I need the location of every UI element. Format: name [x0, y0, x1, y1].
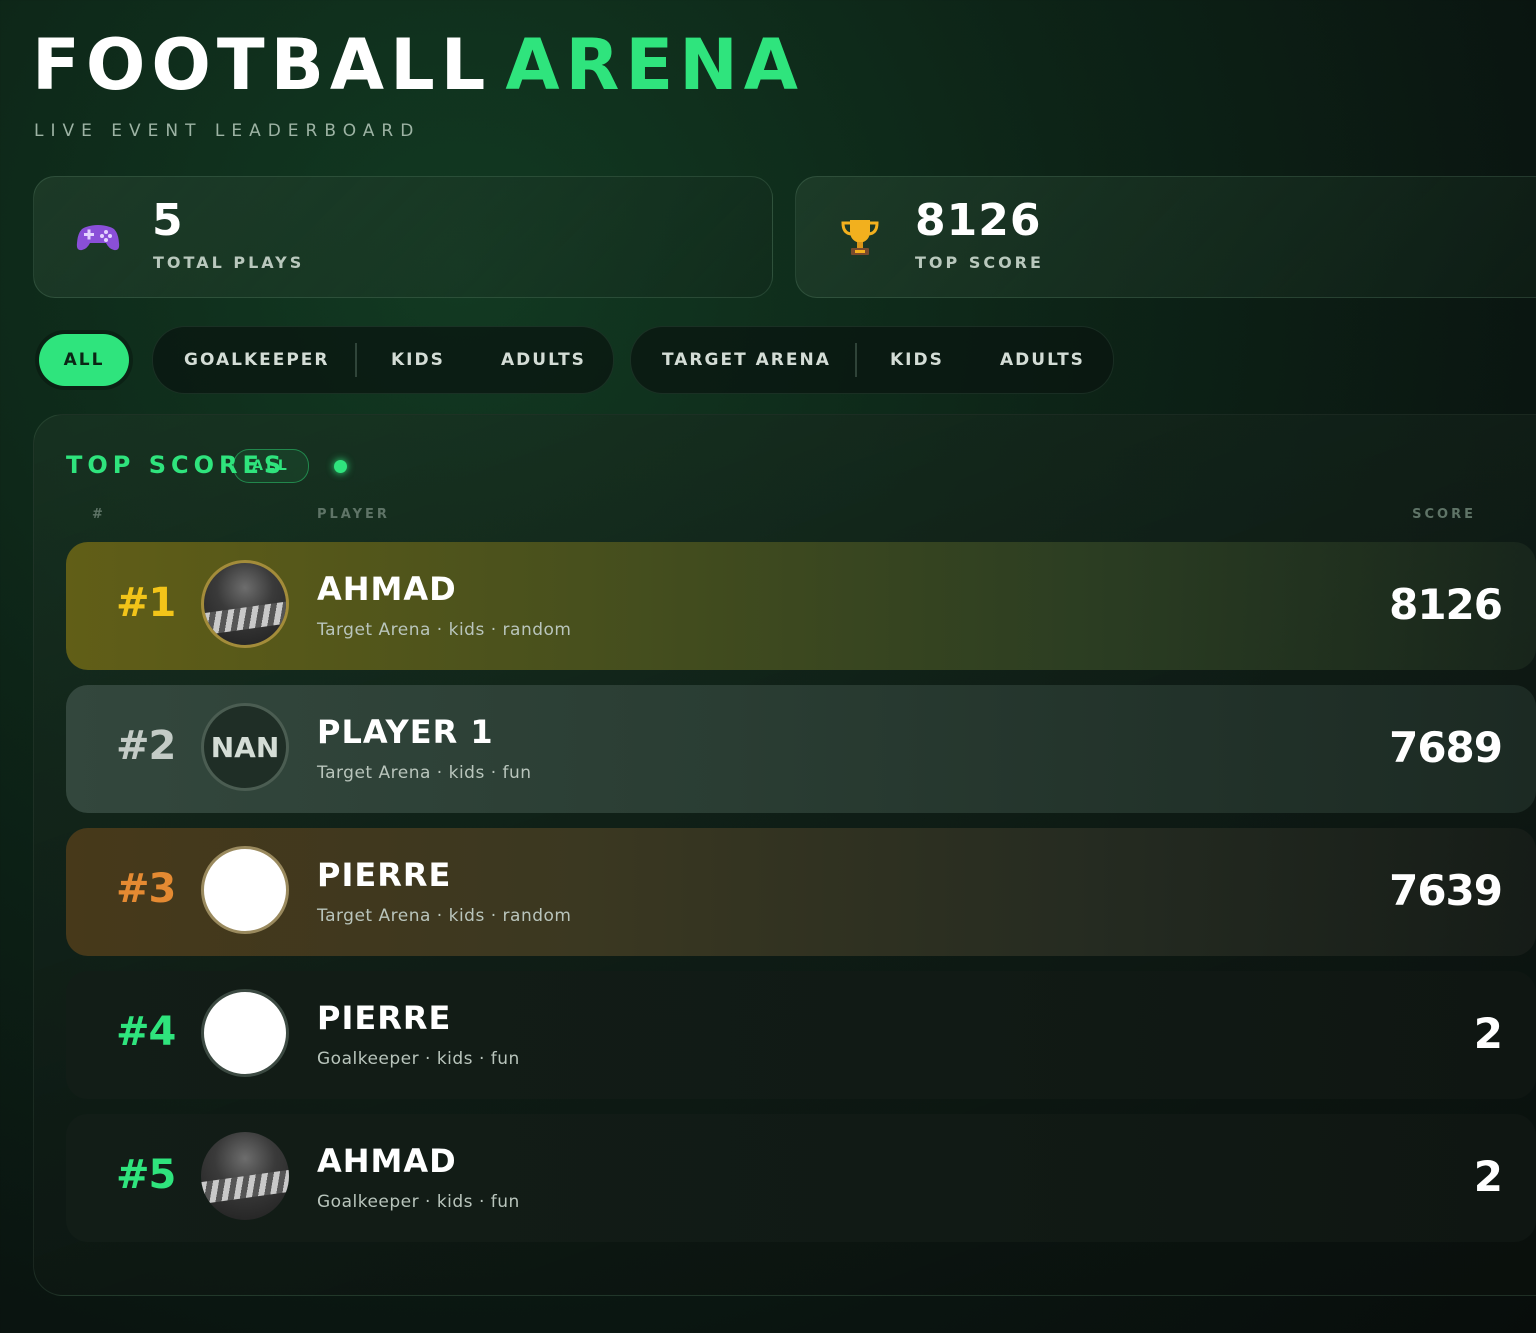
player-score: 7639 [1389, 866, 1503, 915]
player-meta: Goalkeeper · kids · fun [317, 1192, 520, 1212]
column-header-rank: # [92, 507, 106, 522]
avatar: NAN [201, 703, 289, 791]
filter-group-target-arena: TARGET ARENA KIDS ADULTS [630, 326, 1114, 394]
gamepad-icon [76, 225, 120, 251]
stat-card-top-score: 8126 TOP SCORE [795, 176, 1536, 298]
title-word-football: FOOTBALL [32, 24, 492, 106]
filter-goalkeeper-button[interactable]: GOALKEEPER [184, 327, 330, 393]
column-header-score: SCORE [1412, 507, 1476, 522]
leaderboard-row[interactable]: #4 PIERRE Goalkeeper · kids · fun 2 [66, 971, 1536, 1099]
leaderboard-row[interactable]: #1 AHMAD Target Arena · kids · random 81… [66, 542, 1536, 670]
leaderboard-panel: TOP SCORES ALL # PLAYER SCORE #1 AHMAD T… [33, 414, 1536, 1296]
leaderboard-filter-badge: ALL [233, 449, 309, 483]
live-indicator-dot [334, 460, 347, 473]
total-plays-label: TOTAL PLAYS [153, 253, 305, 272]
top-score-label: TOP SCORE [915, 253, 1044, 272]
filter-divider [855, 343, 857, 377]
title-word-arena: ARENA [505, 24, 804, 106]
total-plays-value: 5 [152, 195, 184, 246]
player-meta: Target Arena · kids · random [317, 906, 572, 926]
filter-group-goalkeeper: GOALKEEPER KIDS ADULTS [152, 326, 614, 394]
row-rank: #2 [116, 723, 176, 769]
leaderboard-row[interactable]: #3 PIERRE Target Arena · kids · random 7… [66, 828, 1536, 956]
row-rank: #1 [116, 580, 176, 626]
page-subtitle: LIVE EVENT LEADERBOARD [34, 121, 421, 141]
row-rank: #3 [116, 866, 176, 912]
page-title: FOOTBALL ARENA [32, 22, 804, 108]
player-score: 2 [1473, 1009, 1503, 1058]
player-name: PIERRE [317, 856, 452, 894]
player-name: PIERRE [317, 999, 452, 1037]
player-score: 8126 [1389, 580, 1503, 629]
player-meta: Goalkeeper · kids · fun [317, 1049, 520, 1069]
player-meta: Target Arena · kids · fun [317, 763, 532, 783]
player-meta: Target Arena · kids · random [317, 620, 572, 640]
player-score: 7689 [1389, 723, 1503, 772]
leaderboard-row[interactable]: #2 NAN PLAYER 1 Target Arena · kids · fu… [66, 685, 1536, 813]
column-header-player: PLAYER [317, 507, 390, 522]
filter-target-arena-kids-button[interactable]: KIDS [890, 327, 944, 393]
player-score: 2 [1473, 1152, 1503, 1201]
filter-divider [355, 343, 357, 377]
filter-all-button[interactable]: ALL [39, 334, 129, 386]
trophy-icon [841, 220, 879, 255]
row-rank: #4 [116, 1009, 176, 1055]
player-name: PLAYER 1 [317, 713, 494, 751]
row-rank: #5 [116, 1152, 176, 1198]
player-name: AHMAD [317, 1142, 457, 1180]
filter-goalkeeper-adults-button[interactable]: ADULTS [501, 327, 586, 393]
avatar [201, 560, 289, 648]
top-score-value: 8126 [915, 195, 1042, 246]
filter-goalkeeper-kids-button[interactable]: KIDS [391, 327, 445, 393]
leaderboard-row[interactable]: #5 AHMAD Goalkeeper · kids · fun 2 [66, 1114, 1536, 1242]
player-name: AHMAD [317, 570, 457, 608]
filter-target-arena-adults-button[interactable]: ADULTS [1000, 327, 1085, 393]
filter-target-arena-button[interactable]: TARGET ARENA [662, 327, 831, 393]
avatar [201, 989, 289, 1077]
avatar [201, 846, 289, 934]
avatar [201, 1132, 289, 1220]
stat-card-total-plays: 5 TOTAL PLAYS [33, 176, 773, 298]
